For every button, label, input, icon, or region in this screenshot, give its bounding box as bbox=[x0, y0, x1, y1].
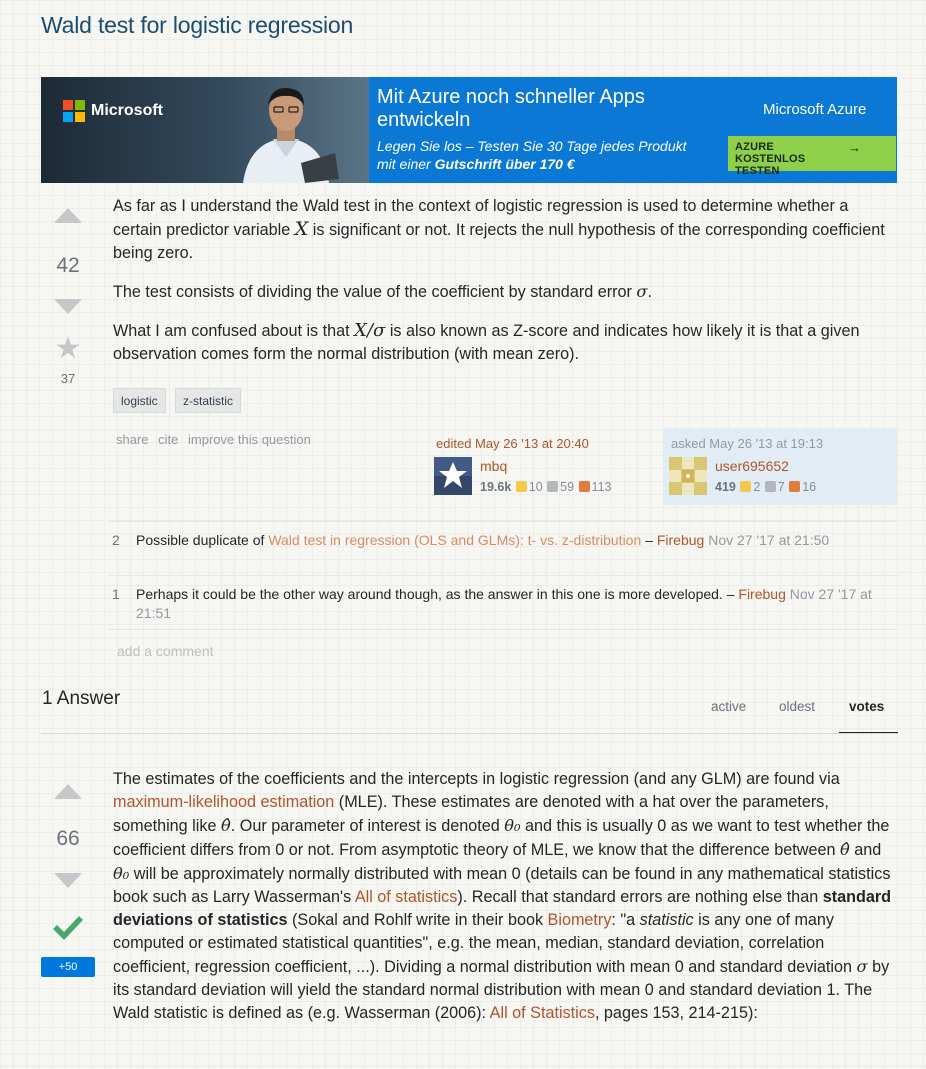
bronze-badge-icon bbox=[578, 481, 590, 492]
favorite-count: 37 bbox=[60, 371, 76, 386]
all-of-statistics-link-2[interactable]: All of Statistics bbox=[490, 1004, 595, 1022]
answer-sort-tabs: active oldest votes bbox=[700, 690, 898, 734]
answer-score: 66 bbox=[56, 827, 80, 850]
math-theta-zero: θ₀ bbox=[504, 816, 521, 835]
favorite-star-icon[interactable]: ★ bbox=[41, 334, 95, 364]
question-vote-column: 42 ★ 37 bbox=[41, 208, 95, 386]
cite-link[interactable]: cite bbox=[158, 432, 178, 447]
math-x: X bbox=[294, 218, 309, 240]
answer-body: The estimates of the coefficients and th… bbox=[113, 768, 898, 1040]
arrow-right-icon: → bbox=[848, 140, 862, 155]
question-score: 42 bbox=[56, 254, 80, 277]
ad-headline: Mit Azure noch schneller Apps entwickeln bbox=[377, 86, 645, 131]
editor-username[interactable]: mbq bbox=[480, 458, 507, 474]
tab-active[interactable]: active bbox=[711, 699, 746, 714]
answers-count-heading: 1 Answer bbox=[42, 688, 121, 709]
editor-signature: edited May 26 '13 at 20:40 mbq 19.6k 10 … bbox=[428, 428, 662, 505]
comment-score: 2 bbox=[112, 532, 120, 548]
question-paragraph: The test consists of dividing the value … bbox=[113, 282, 652, 301]
question-paragraph: As far as I understand the Wald test in … bbox=[113, 197, 885, 262]
asker-reputation: 419 2 7 16 bbox=[715, 480, 817, 494]
ad-brand: Microsoft Azure bbox=[763, 101, 867, 118]
upvote-arrow-icon[interactable] bbox=[54, 784, 82, 799]
ad-cta-button[interactable]: AZURE KOSTENLOS TESTEN → bbox=[728, 136, 896, 177]
math-sigma: σ bbox=[856, 957, 868, 976]
asked-timestamp[interactable]: asked May 26 '13 at 19:13 bbox=[671, 436, 889, 451]
microsoft-logo: Microsoft bbox=[63, 100, 163, 122]
downvote-arrow-icon[interactable] bbox=[54, 299, 82, 314]
gold-badge-icon bbox=[515, 481, 527, 492]
person-image bbox=[243, 87, 339, 183]
math-theta-zero: θ₀ bbox=[113, 864, 130, 883]
gold-badge-icon bbox=[740, 481, 752, 492]
ad-banner[interactable]: Microsoft Mit Azure noch schneller Apps … bbox=[41, 77, 897, 183]
mle-link[interactable]: maximum-likelihood estimation bbox=[113, 793, 334, 811]
ad-subtext: Legen Sie los – Testen Sie 30 Tage jedes… bbox=[377, 138, 687, 172]
question-paragraph: What I am confused about is that X/σ is … bbox=[113, 320, 860, 363]
duplicate-link[interactable]: Wald test in regression (OLS and GLMs): … bbox=[268, 532, 641, 548]
answer-vote-column: 66 +50 bbox=[41, 784, 95, 977]
comment: 2 Possible duplicate of Wald test in reg… bbox=[108, 521, 898, 550]
accepted-check-icon bbox=[53, 916, 83, 940]
question-body: As far as I understand the Wald test in … bbox=[113, 195, 898, 381]
comment: 1 Perhaps it could be the other way arou… bbox=[108, 575, 898, 623]
upvote-arrow-icon[interactable] bbox=[54, 208, 82, 223]
biometry-link[interactable]: Biometry bbox=[548, 911, 612, 929]
silver-badge-icon bbox=[764, 481, 776, 492]
bronze-badge-icon bbox=[789, 481, 801, 492]
asker-username[interactable]: user695652 bbox=[715, 458, 789, 474]
asker-signature: asked May 26 '13 at 19:13 user695652 419… bbox=[663, 428, 897, 505]
editor-reputation: 19.6k 10 59 113 bbox=[480, 480, 612, 494]
comment-body: Possible duplicate of Wald test in regre… bbox=[136, 532, 830, 548]
bounty-award-badge[interactable]: +50 bbox=[41, 957, 95, 977]
math-x-over-sigma: X/σ bbox=[354, 320, 386, 341]
comment-score: 1 bbox=[112, 586, 120, 602]
answers-divider bbox=[41, 733, 898, 734]
math-theta-hat: θ̂ bbox=[220, 816, 231, 835]
tab-oldest[interactable]: oldest bbox=[779, 699, 815, 714]
tag-logistic[interactable]: logistic bbox=[113, 388, 166, 413]
improve-question-link[interactable]: improve this question bbox=[188, 432, 311, 447]
answer-paragraph: The estimates of the coefficients and th… bbox=[113, 770, 892, 1022]
comment-user[interactable]: Firebug bbox=[657, 532, 704, 548]
downvote-arrow-icon[interactable] bbox=[54, 873, 82, 888]
math-sigma: σ bbox=[636, 282, 648, 301]
add-comment-link[interactable]: add a comment bbox=[117, 643, 214, 659]
avatar[interactable] bbox=[669, 457, 707, 495]
tag-z-statistic[interactable]: z-statistic bbox=[175, 388, 242, 413]
avatar[interactable] bbox=[434, 457, 472, 495]
edited-timestamp[interactable]: edited May 26 '13 at 20:40 bbox=[436, 436, 654, 451]
comment-date[interactable]: Nov 27 '17 at 21:50 bbox=[704, 532, 829, 548]
post-menu: share cite improve this question bbox=[116, 432, 317, 447]
comment-body: Perhaps it could be the other way around… bbox=[136, 586, 872, 621]
silver-badge-icon bbox=[547, 481, 559, 492]
tab-votes[interactable]: votes bbox=[849, 699, 884, 714]
comment-user[interactable]: Firebug bbox=[738, 586, 785, 602]
share-link[interactable]: share bbox=[116, 432, 149, 447]
all-of-statistics-link[interactable]: All of statistics bbox=[355, 888, 458, 906]
comments-bottom-divider bbox=[108, 629, 898, 630]
ad-photo-panel: Microsoft bbox=[41, 77, 369, 183]
math-theta-hat: θ̂ bbox=[840, 840, 850, 859]
question-title[interactable]: Wald test for logistic regression bbox=[41, 12, 353, 39]
